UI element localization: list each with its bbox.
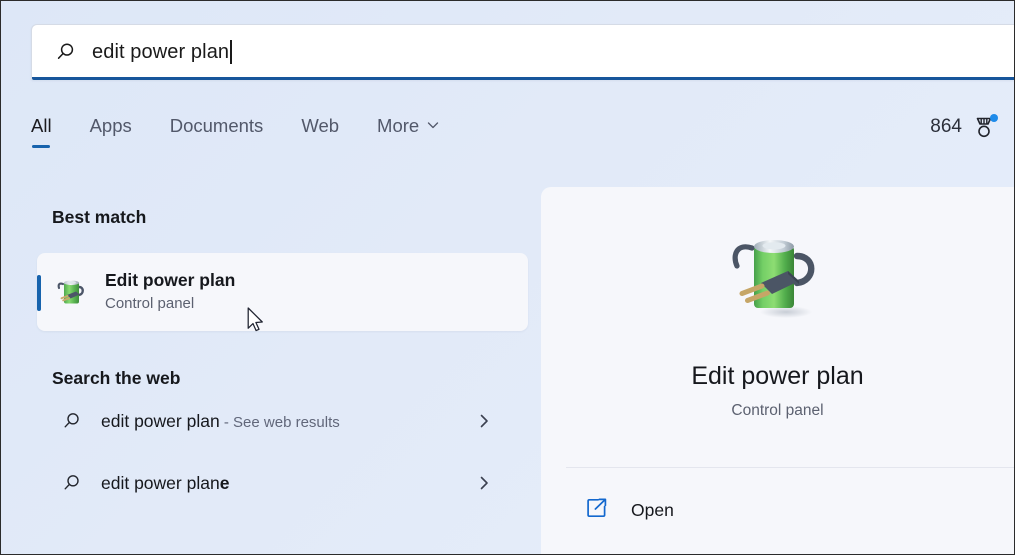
tab-apps[interactable]: Apps (90, 109, 132, 137)
best-match-text: Edit power plan Control panel (105, 270, 235, 314)
tab-all-label: All (31, 115, 52, 136)
search-bar-container: edit power plan (31, 24, 1014, 80)
tab-documents-label: Documents (169, 115, 264, 136)
tab-more[interactable]: More (377, 109, 440, 137)
web-result-label: edit power plane (101, 473, 229, 494)
web-result-row[interactable]: edit power plane (37, 457, 528, 509)
filter-tabs: All Apps Documents Web More (31, 109, 1004, 161)
chevron-right-icon (476, 413, 492, 429)
web-result-bold-tail: e (219, 472, 230, 493)
web-result-query: edit power plan (101, 472, 220, 493)
preview-divider (566, 467, 1014, 468)
best-match-heading: Best match (52, 207, 147, 227)
open-external-icon (585, 496, 609, 525)
web-result-suffix: - See web results (219, 413, 340, 431)
search-icon (54, 40, 78, 64)
chevron-right-icon (476, 475, 492, 491)
search-query-text: edit power plan (92, 40, 230, 63)
rewards-counter[interactable]: 864 (930, 114, 998, 140)
open-button[interactable]: Open (585, 490, 674, 530)
preview-panel: Edit power plan Control panel Open (541, 187, 1014, 554)
web-result-row[interactable]: edit power plan - See web results (37, 395, 528, 447)
best-match-result[interactable]: Edit power plan Control panel (37, 253, 528, 331)
best-match-subtitle: Control panel (105, 294, 195, 312)
tab-web[interactable]: Web (301, 109, 339, 137)
search-icon (61, 472, 83, 494)
tab-more-label: More (377, 115, 420, 136)
tab-documents[interactable]: Documents (170, 109, 264, 137)
tab-web-label: Web (301, 115, 340, 136)
search-icon (61, 410, 83, 432)
best-match-title: Edit power plan (105, 270, 236, 291)
tab-all[interactable]: All (31, 109, 52, 148)
tab-apps-label: Apps (89, 115, 132, 136)
notification-dot (990, 114, 998, 122)
chevron-down-icon (426, 115, 440, 137)
open-label: Open (631, 499, 674, 520)
rewards-count-label: 864 (930, 116, 962, 137)
medal-icon (971, 114, 998, 140)
search-the-web-heading: Search the web (52, 368, 181, 388)
web-result-query: edit power plan (101, 410, 220, 431)
windows-search-flyout: edit power plan All Apps Documents Web M… (0, 0, 1015, 555)
search-input[interactable]: edit power plan (31, 24, 1014, 80)
results-list: Best match Edit power plan Control panel… (1, 181, 536, 554)
preview-title: Edit power plan (691, 362, 864, 390)
selected-accent-bar (37, 275, 41, 311)
preview-subtitle: Control panel (731, 402, 824, 419)
tab-active-indicator (32, 145, 51, 148)
text-caret (230, 40, 232, 64)
web-result-label: edit power plan - See web results (101, 411, 340, 432)
power-plan-icon (55, 275, 89, 309)
power-plan-icon (728, 229, 828, 329)
